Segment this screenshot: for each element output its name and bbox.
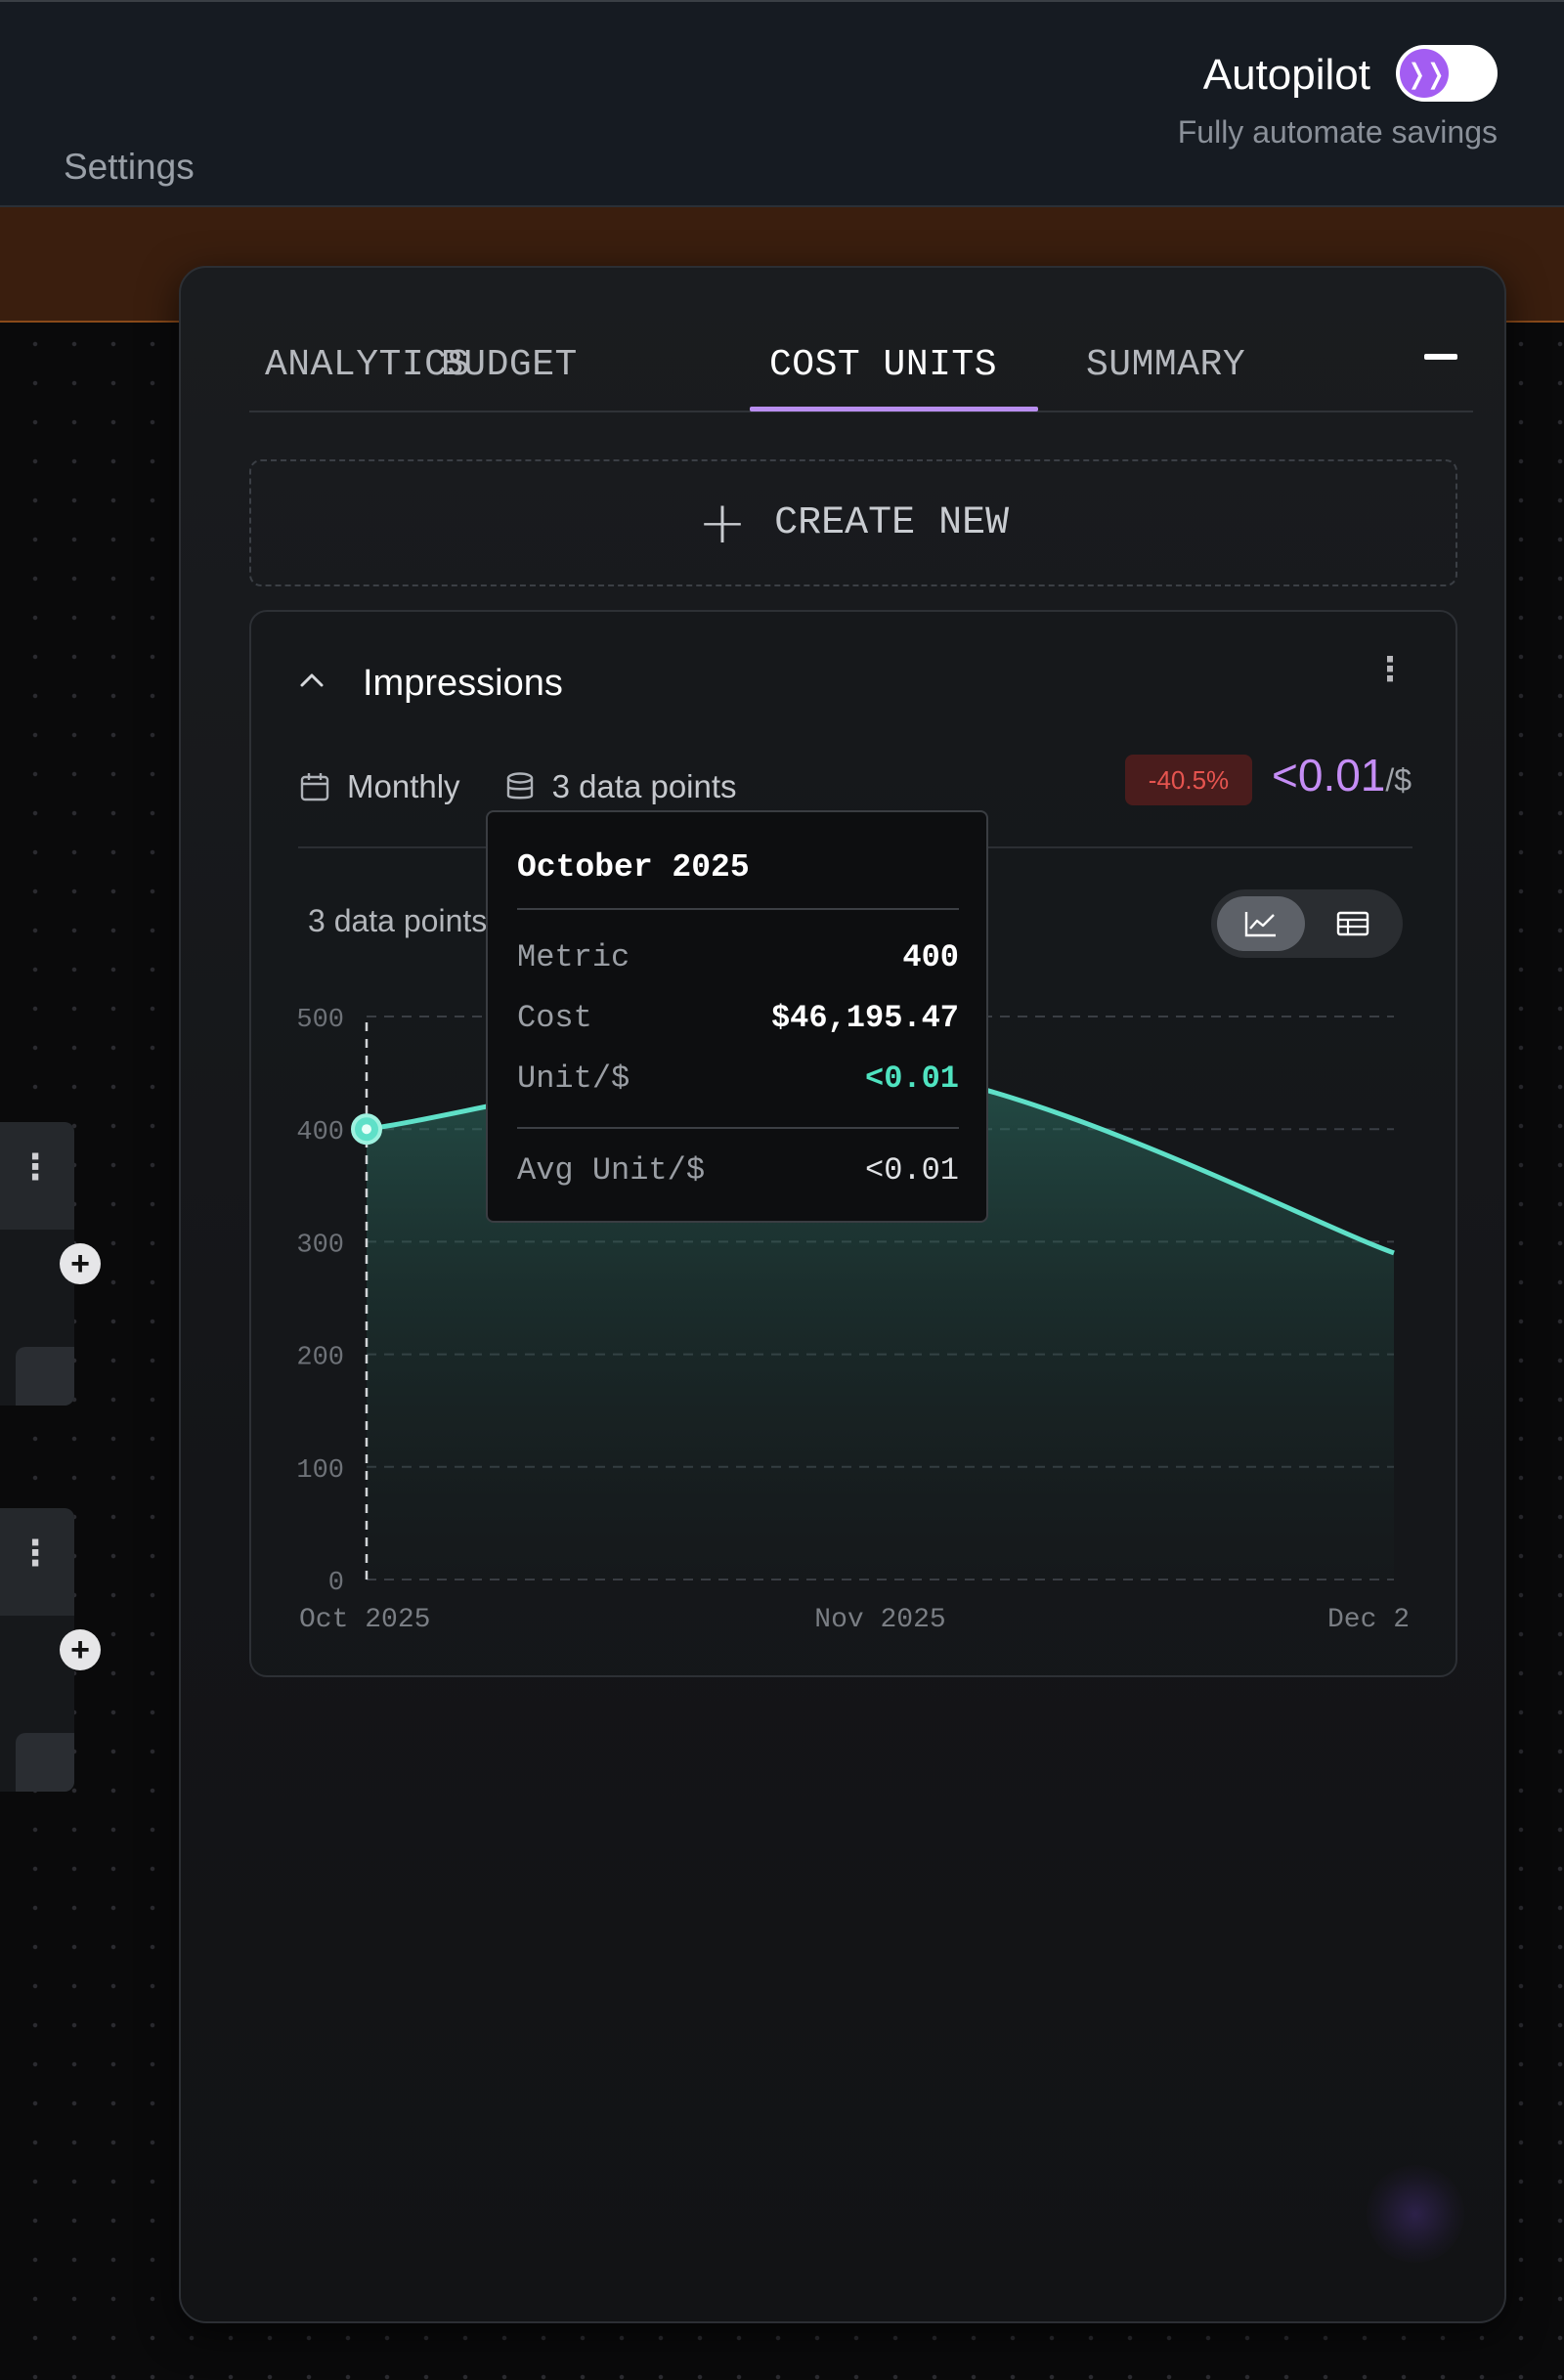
tooltip-row-avg: Avg Unit/$ <0.01	[517, 1152, 959, 1189]
tooltip-row-unit: Unit/$ <0.01	[517, 1060, 959, 1097]
chart-tooltip: October 2025 Metric 400 Cost $46,195.47 …	[486, 810, 988, 1223]
tooltip-divider	[517, 908, 959, 910]
tooltip-value: <0.01	[864, 1152, 959, 1189]
tooltip-label: Avg Unit/$	[517, 1152, 706, 1189]
x-tick-label: Dec 2	[1327, 1605, 1410, 1635]
y-tick-label: 300	[296, 1231, 344, 1260]
y-tick-label: 200	[296, 1344, 344, 1373]
tooltip-value: $46,195.47	[770, 1000, 959, 1036]
y-tick-label: 500	[296, 1006, 344, 1035]
tooltip-label: Cost	[517, 1000, 592, 1036]
tooltip-row-cost: Cost $46,195.47	[517, 1000, 959, 1036]
tooltip-row-metric: Metric 400	[517, 939, 959, 975]
tooltip-value: <0.01	[864, 1060, 959, 1097]
tooltip-label: Metric	[517, 939, 630, 975]
y-tick-label: 400	[296, 1118, 344, 1147]
decorative-glow	[1367, 2165, 1464, 2263]
tooltip-divider	[517, 1127, 959, 1129]
tooltip-title: October 2025	[517, 849, 750, 886]
y-tick-label: 100	[296, 1456, 344, 1486]
x-tick-label: Oct 2025	[299, 1605, 430, 1635]
tooltip-value: 400	[902, 939, 959, 975]
data-point-center	[362, 1124, 371, 1135]
tooltip-label: Unit/$	[517, 1060, 630, 1097]
x-tick-label: Nov 2025	[814, 1605, 945, 1635]
y-tick-label: 0	[328, 1569, 344, 1598]
